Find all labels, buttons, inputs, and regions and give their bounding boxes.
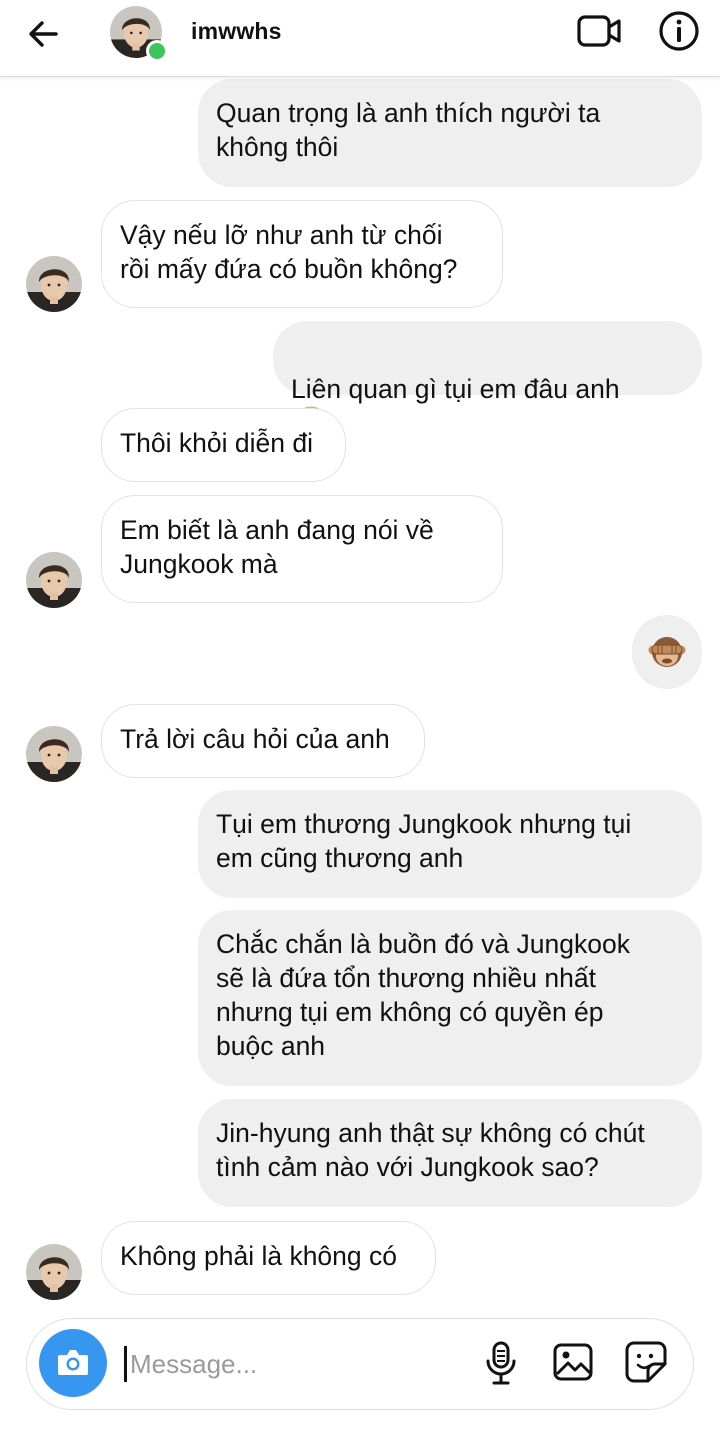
message-sent[interactable]: Liên quan gì tụi em đâu anh [273, 321, 702, 438]
camera-icon [58, 1350, 88, 1375]
online-status-dot [146, 40, 168, 62]
message-received[interactable]: Em biết là anh đang nói về Jungkook mà [101, 495, 503, 603]
sender-avatar[interactable] [26, 1244, 82, 1300]
arrow-left-icon[interactable] [22, 14, 66, 54]
text-cursor [124, 1346, 127, 1382]
message-sent[interactable]: Tụi em thương Jungkook nhưng tụi em cũng… [198, 790, 702, 898]
message-received[interactable]: Thôi khỏi diễn đi [101, 408, 346, 482]
chat-header: imwwhs [0, 0, 720, 77]
message-sent[interactable]: Chắc chắn là buồn đó và Jungkook sẽ là đ… [198, 910, 702, 1086]
image-gallery-icon[interactable] [552, 1342, 594, 1382]
message-received[interactable]: Trả lời câu hỏi của anh [101, 704, 425, 778]
message-sent[interactable]: Jin-hyung anh thật sự không có chút tình… [198, 1099, 702, 1207]
info-icon[interactable] [656, 8, 702, 54]
contact-username[interactable]: imwwhs [191, 18, 282, 45]
sender-avatar[interactable] [26, 726, 82, 782]
message-received[interactable]: Không phải là không có [101, 1221, 436, 1295]
message-received[interactable]: Vậy nếu lỡ như anh từ chối rồi mấy đứa c… [101, 200, 503, 308]
camera-button[interactable] [39, 1329, 107, 1397]
sender-avatar[interactable] [26, 552, 82, 608]
microphone-icon[interactable] [482, 1340, 520, 1386]
message-sent[interactable]: Quan trọng là anh thích người ta không t… [198, 79, 702, 187]
video-camera-icon[interactable] [576, 10, 622, 52]
sender-avatar[interactable] [26, 256, 82, 312]
message-sent-emoji[interactable] [632, 615, 702, 689]
sticker-icon[interactable] [624, 1340, 668, 1384]
see-no-evil-monkey-icon [648, 637, 686, 667]
message-input[interactable] [130, 1344, 460, 1384]
message-text: Liên quan gì tụi em đâu anh [291, 374, 620, 404]
